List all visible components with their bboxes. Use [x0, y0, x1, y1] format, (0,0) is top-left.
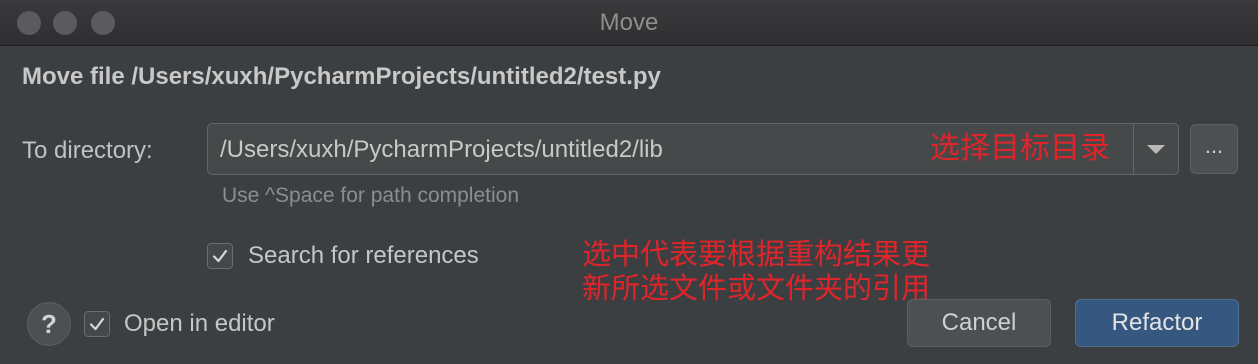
open-in-editor-checkbox[interactable] [84, 311, 110, 337]
directory-label: To directory: [22, 137, 153, 164]
search-references-label[interactable]: Search for references [248, 242, 479, 270]
title-bar: Move [0, 0, 1258, 46]
refactor-button[interactable]: Refactor [1075, 299, 1239, 347]
move-dialog: Move Move file /Users/xuxh/PycharmProjec… [0, 0, 1258, 364]
open-in-editor-label[interactable]: Open in editor [124, 310, 275, 338]
references-annotation: 选中代表要根据重构结果更 新所选文件或文件夹的引用 [582, 237, 930, 305]
cancel-button[interactable]: Cancel [907, 299, 1051, 347]
dialog-heading: Move file /Users/xuxh/PycharmProjects/un… [22, 63, 661, 90]
path-completion-hint: Use ^Space for path completion [222, 184, 520, 207]
references-annotation-line1: 选中代表要根据重构结果更 [582, 237, 931, 271]
combo-divider [1133, 124, 1134, 174]
checkmark-icon [89, 317, 105, 331]
chevron-down-icon[interactable] [1147, 145, 1165, 154]
browse-button[interactable]: ... [1190, 124, 1238, 174]
directory-input[interactable]: /Users/xuxh/PycharmProjects/untitled2/li… [220, 136, 663, 164]
checkmark-icon [212, 249, 228, 263]
search-references-checkbox[interactable] [207, 243, 233, 269]
window-title: Move [599, 9, 659, 36]
directory-annotation: 选择目标目录 [930, 131, 1110, 166]
help-button[interactable]: ? [27, 302, 71, 346]
references-annotation-line2: 新所选文件或文件夹的引用 [582, 271, 931, 305]
